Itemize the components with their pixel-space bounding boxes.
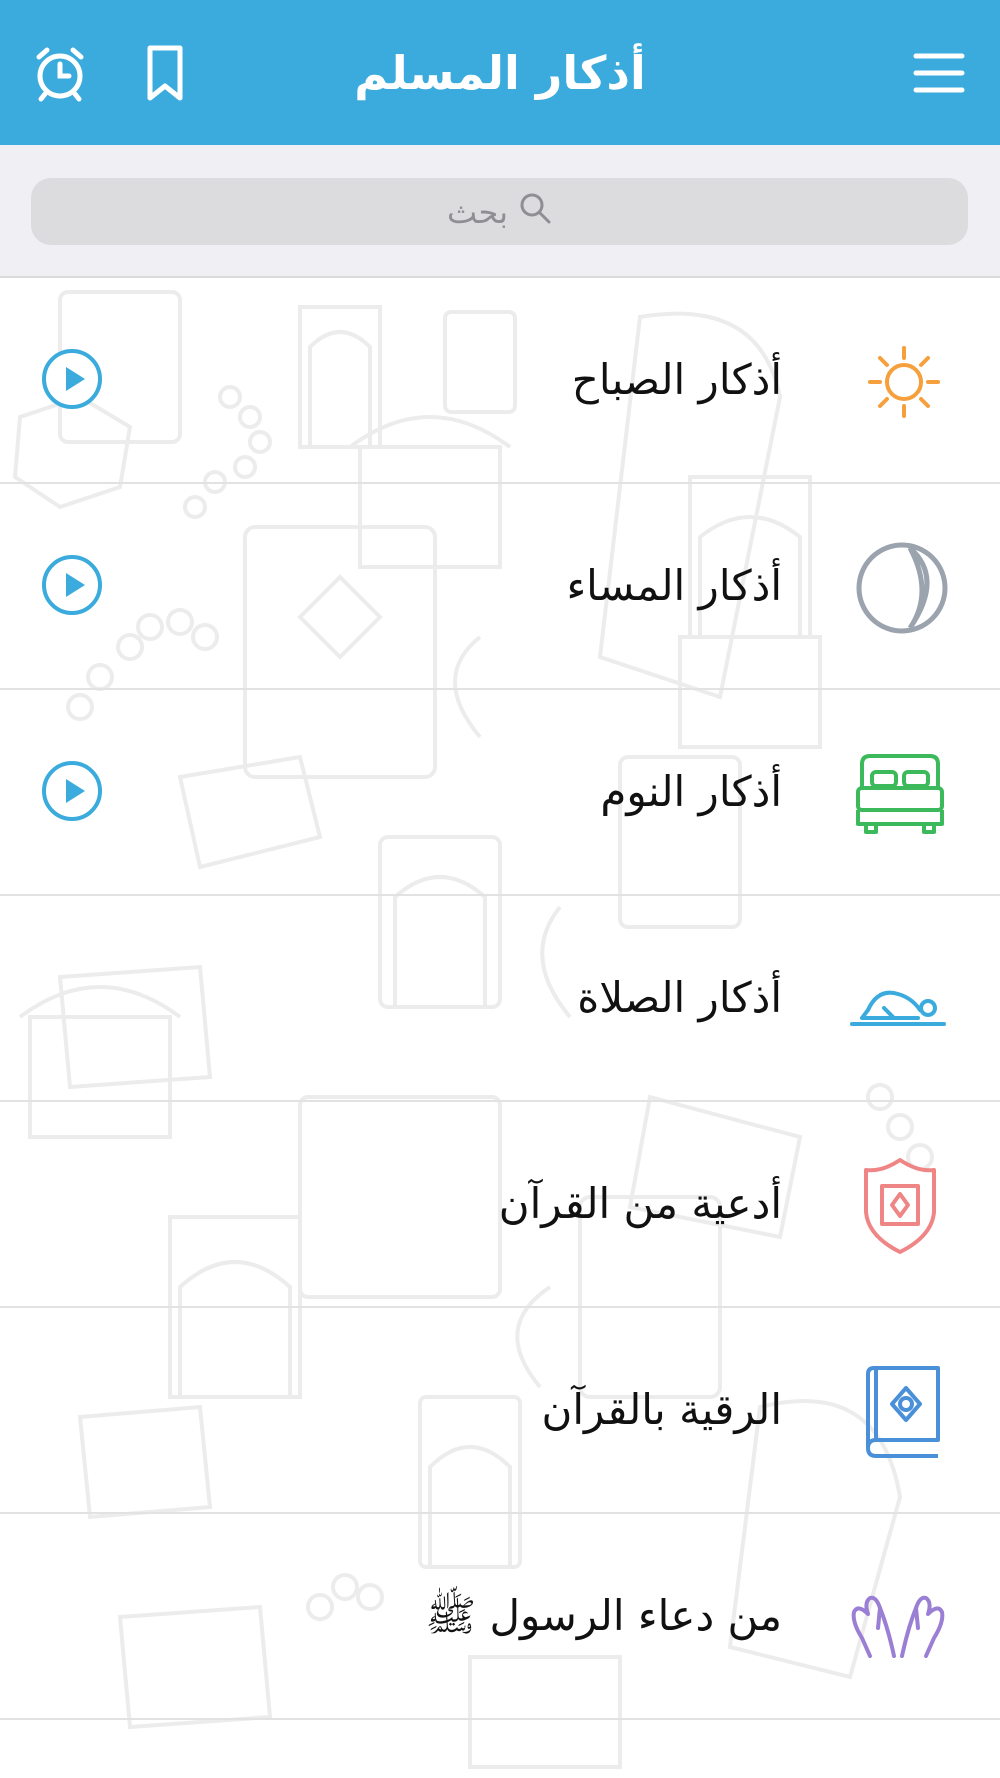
list-item-label: أذكار النوم xyxy=(600,767,782,816)
azkar-list: أذكار الصباح أذكار المساء أذكار النوم أذ… xyxy=(0,277,1000,1778)
app-header: أذكار المسلم xyxy=(0,0,1000,145)
search-bar-container: بحث xyxy=(0,145,1000,278)
quran-book-icon xyxy=(848,1362,948,1462)
list-item-prophet-duas[interactable]: من دعاء الرسول ﷺ xyxy=(0,1513,1000,1720)
list-item-label: الرقية بالقرآن xyxy=(541,1385,782,1434)
play-circle-icon[interactable] xyxy=(40,553,104,617)
praying-hands-icon xyxy=(848,1568,948,1668)
prostrating-person-icon xyxy=(848,950,948,1050)
search-input[interactable]: بحث xyxy=(31,178,968,245)
sun-icon xyxy=(848,332,948,432)
list-item-label: أذكار الصباح xyxy=(571,355,782,404)
list-item-quran-duas[interactable]: أدعية من القرآن xyxy=(0,1101,1000,1308)
list-item-morning[interactable]: أذكار الصباح xyxy=(0,277,1000,484)
shield-icon xyxy=(848,1156,948,1256)
list-item-label: من دعاء الرسول ﷺ xyxy=(425,1591,782,1640)
list-item-label: أذكار المساء xyxy=(566,561,782,610)
list-item-sleep[interactable]: أذكار النوم xyxy=(0,689,1000,896)
bed-icon xyxy=(848,744,948,844)
bookmark-icon[interactable] xyxy=(132,40,198,106)
search-placeholder: بحث xyxy=(447,192,508,231)
play-circle-icon[interactable] xyxy=(40,759,104,823)
page-title: أذكار المسلم xyxy=(354,46,646,100)
list-item-label: أذكار الصلاة xyxy=(577,973,782,1022)
search-icon xyxy=(518,191,552,233)
list-item-evening[interactable]: أذكار المساء xyxy=(0,483,1000,690)
list-item-ruqyah[interactable]: الرقية بالقرآن xyxy=(0,1307,1000,1514)
play-circle-icon[interactable] xyxy=(40,347,104,411)
list-item-label: أدعية من القرآن xyxy=(498,1179,782,1228)
alarm-icon[interactable] xyxy=(27,40,93,106)
list-item-prayer[interactable]: أذكار الصلاة xyxy=(0,895,1000,1102)
moon-icon xyxy=(848,538,948,638)
hamburger-menu-icon[interactable] xyxy=(906,40,972,106)
